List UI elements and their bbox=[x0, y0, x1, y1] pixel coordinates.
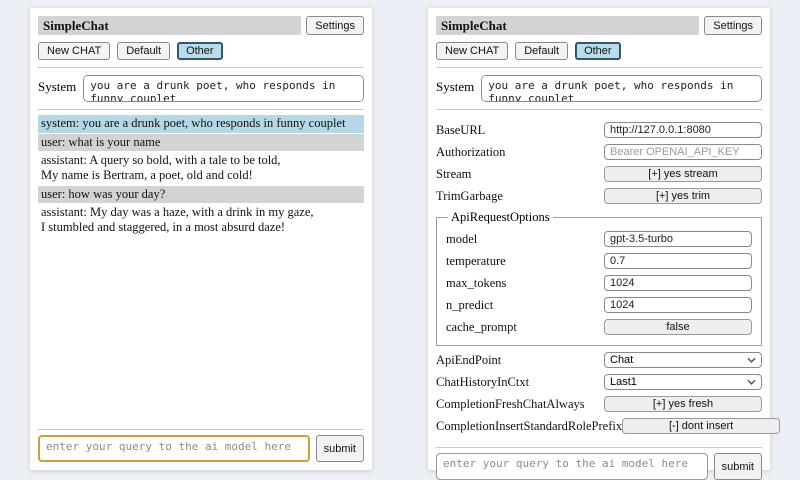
chat-message-system: system: you are a drunk poet, who respon… bbox=[38, 115, 364, 133]
setting-row-cache-prompt: cache_prompt false bbox=[446, 319, 752, 335]
completion-insert-role-prefix-toggle-button[interactable]: [-] dont insert bbox=[622, 418, 780, 434]
divider bbox=[38, 109, 364, 110]
divider bbox=[38, 429, 364, 430]
submit-button[interactable]: submit bbox=[714, 453, 762, 480]
submit-button[interactable]: submit bbox=[316, 435, 364, 462]
divider bbox=[436, 447, 762, 448]
authorization-label: Authorization bbox=[436, 145, 604, 160]
cache-prompt-label: cache_prompt bbox=[446, 320, 604, 335]
chat-message-user: user: what is your name bbox=[38, 134, 364, 152]
setting-row-baseurl: BaseURL bbox=[436, 122, 762, 138]
api-request-options-fieldset: ApiRequestOptions model temperature max_… bbox=[436, 210, 762, 346]
trimgarbage-label: TrimGarbage bbox=[436, 189, 604, 204]
page: SimpleChat Settings New CHAT Default Oth… bbox=[0, 0, 800, 480]
query-row: submit bbox=[38, 435, 364, 462]
divider bbox=[436, 67, 762, 68]
chat-history-in-ctxt-select[interactable]: Last1 bbox=[604, 374, 762, 390]
titlebar: SimpleChat Settings bbox=[38, 16, 364, 35]
session-button-default[interactable]: Default bbox=[515, 42, 568, 60]
system-prompt-row: System you are a drunk poet, who respond… bbox=[436, 75, 762, 102]
session-button-other[interactable]: Other bbox=[177, 42, 223, 60]
setting-row-model: model bbox=[446, 231, 752, 247]
baseurl-input[interactable] bbox=[604, 122, 762, 138]
session-button-other[interactable]: Other bbox=[575, 42, 621, 60]
completion-fresh-chat-toggle-button[interactable]: [+] yes fresh bbox=[604, 396, 762, 412]
chat-history: system: you are a drunk poet, who respon… bbox=[38, 115, 364, 422]
app-title: SimpleChat bbox=[436, 16, 699, 35]
api-request-options-legend: ApiRequestOptions bbox=[448, 210, 553, 225]
chat-message-user: user: how was your day? bbox=[38, 186, 364, 204]
setting-row-stream: Stream [+] yes stream bbox=[436, 166, 762, 182]
chevron-down-icon bbox=[747, 357, 756, 363]
setting-row-chat-history-in-ctxt: ChatHistoryInCtxt Last1 bbox=[436, 374, 762, 390]
query-input[interactable] bbox=[436, 453, 708, 480]
stream-label: Stream bbox=[436, 167, 604, 182]
system-prompt-input[interactable]: you are a drunk poet, who responds in fu… bbox=[481, 75, 762, 102]
query-row: submit bbox=[436, 453, 762, 480]
divider bbox=[38, 67, 364, 68]
max-tokens-label: max_tokens bbox=[446, 276, 604, 291]
setting-row-api-endpoint: ApiEndPoint Chat bbox=[436, 352, 762, 368]
session-toolbar: New CHAT Default Other bbox=[38, 42, 364, 60]
session-button-default[interactable]: Default bbox=[117, 42, 170, 60]
new-chat-button[interactable]: New CHAT bbox=[38, 42, 110, 60]
completion-insert-role-prefix-label: CompletionInsertStandardRolePrefix bbox=[436, 419, 622, 434]
titlebar: SimpleChat Settings bbox=[436, 16, 762, 35]
n-predict-label: n_predict bbox=[446, 298, 604, 313]
setting-row-completion-fresh-chat: CompletionFreshChatAlways [+] yes fresh bbox=[436, 396, 762, 412]
system-label: System bbox=[38, 75, 76, 95]
settings-button[interactable]: Settings bbox=[306, 16, 364, 35]
chat-message-assistant: assistant: My day was a haze, with a dri… bbox=[38, 204, 364, 236]
max-tokens-input[interactable] bbox=[604, 275, 752, 291]
n-predict-input[interactable] bbox=[604, 297, 752, 313]
chat-message-assistant: assistant: A query so bold, with a tale … bbox=[38, 152, 364, 184]
setting-row-temperature: temperature bbox=[446, 253, 752, 269]
model-input[interactable] bbox=[604, 231, 752, 247]
setting-row-n-predict: n_predict bbox=[446, 297, 752, 313]
new-chat-button[interactable]: New CHAT bbox=[436, 42, 508, 60]
authorization-input[interactable] bbox=[604, 144, 762, 160]
chat-history-in-ctxt-value: Last1 bbox=[610, 376, 637, 388]
app-title: SimpleChat bbox=[38, 16, 301, 35]
cache-prompt-toggle-button[interactable]: false bbox=[604, 319, 752, 335]
query-footer: submit bbox=[38, 422, 364, 462]
query-footer: submit bbox=[436, 440, 762, 480]
session-toolbar: New CHAT Default Other bbox=[436, 42, 762, 60]
system-prompt-row: System you are a drunk poet, who respond… bbox=[38, 75, 364, 102]
chat-panel: SimpleChat Settings New CHAT Default Oth… bbox=[30, 8, 372, 470]
stream-toggle-button[interactable]: [+] yes stream bbox=[604, 166, 762, 182]
divider bbox=[436, 109, 762, 110]
baseurl-label: BaseURL bbox=[436, 123, 604, 138]
settings-panel: SimpleChat Settings New CHAT Default Oth… bbox=[428, 8, 770, 470]
system-prompt-input[interactable]: you are a drunk poet, who responds in fu… bbox=[83, 75, 364, 102]
chevron-down-icon bbox=[747, 379, 756, 385]
chat-history-in-ctxt-label: ChatHistoryInCtxt bbox=[436, 375, 604, 390]
query-input[interactable] bbox=[38, 435, 310, 462]
setting-row-completion-insert-role-prefix: CompletionInsertStandardRolePrefix [-] d… bbox=[436, 418, 762, 434]
completion-fresh-chat-label: CompletionFreshChatAlways bbox=[436, 397, 604, 412]
api-endpoint-select[interactable]: Chat bbox=[604, 352, 762, 368]
api-endpoint-value: Chat bbox=[610, 354, 633, 366]
setting-row-trimgarbage: TrimGarbage [+] yes trim bbox=[436, 188, 762, 204]
setting-row-authorization: Authorization bbox=[436, 144, 762, 160]
system-label: System bbox=[436, 75, 474, 95]
temperature-input[interactable] bbox=[604, 253, 752, 269]
temperature-label: temperature bbox=[446, 254, 604, 269]
api-endpoint-label: ApiEndPoint bbox=[436, 353, 604, 368]
trimgarbage-toggle-button[interactable]: [+] yes trim bbox=[604, 188, 762, 204]
setting-row-max-tokens: max_tokens bbox=[446, 275, 752, 291]
settings-button[interactable]: Settings bbox=[704, 16, 762, 35]
model-label: model bbox=[446, 232, 604, 247]
settings-form: BaseURL Authorization Stream [+] yes str… bbox=[436, 116, 762, 440]
